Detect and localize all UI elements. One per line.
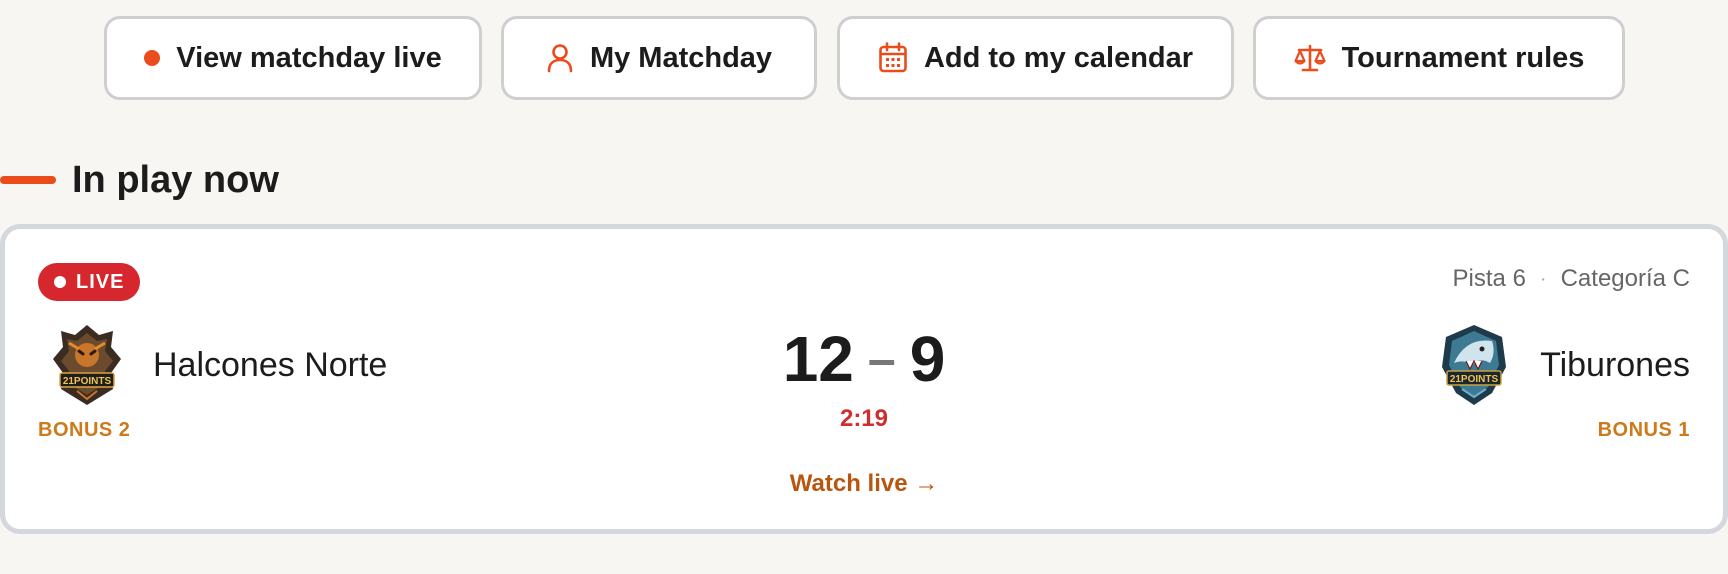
add-to-calendar-button[interactable]: Add to my calendar xyxy=(837,16,1234,100)
live-badge-label: LIVE xyxy=(76,270,125,293)
category-label: Categoría C xyxy=(1560,265,1690,292)
match-clock: 2:19 xyxy=(839,405,889,432)
meta-separator: · xyxy=(1539,267,1547,290)
view-matchday-live-button[interactable]: View matchday live xyxy=(104,16,482,100)
match-meta: Pista 6 · Categoría C xyxy=(1453,265,1690,293)
tournament-rules-label: Tournament rules xyxy=(1341,41,1585,74)
live-badge: LIVE xyxy=(38,263,141,301)
match-card[interactable]: LIVE Pista 6 · Categoría C 21POINTS Halc… xyxy=(0,224,1728,534)
scales-icon xyxy=(1294,44,1326,72)
live-dot-icon xyxy=(54,276,66,288)
section-title: In play now xyxy=(72,158,279,201)
action-bar: View matchday live My Matchday Add to my… xyxy=(0,16,1728,104)
section-header: In play now xyxy=(0,150,279,210)
court-label: Pista 6 xyxy=(1452,265,1526,292)
user-icon xyxy=(547,44,573,73)
section-accent-bar xyxy=(0,176,56,184)
away-score: 9 xyxy=(909,323,946,395)
watch-live-link[interactable]: Watch live → xyxy=(5,470,1723,498)
my-matchday-button[interactable]: My Matchday xyxy=(501,16,817,100)
score-separator: – xyxy=(867,331,896,387)
tournament-rules-button[interactable]: Tournament rules xyxy=(1253,16,1625,100)
calendar-icon xyxy=(879,42,907,73)
live-dot-icon xyxy=(144,50,161,66)
home-score: 12 xyxy=(782,323,854,395)
add-to-calendar-label: Add to my calendar xyxy=(923,41,1194,74)
view-matchday-live-label: View matchday live xyxy=(176,41,442,74)
scoreboard: 12 – 9 xyxy=(5,327,1723,391)
my-matchday-label: My Matchday xyxy=(589,41,773,74)
